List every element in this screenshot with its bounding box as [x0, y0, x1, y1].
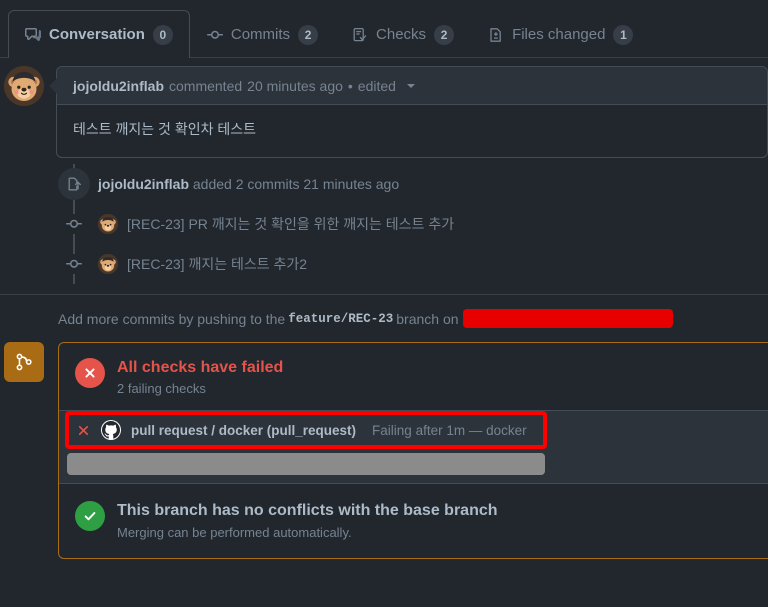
pull-request-page: Conversation 0 Commits 2 Checks 2 Files … — [0, 0, 768, 607]
branch-name[interactable]: feature/REC-23 — [285, 312, 396, 326]
checks-status-title: All checks have failed — [117, 359, 284, 376]
merge-status-box: All checks have failed 2 failing checks — [58, 342, 768, 559]
comment-timestamp[interactable]: 20 minutes ago — [247, 78, 343, 94]
git-commit-dot-icon — [64, 214, 84, 234]
check-run-name[interactable]: pull request / docker (pull_request) — [131, 423, 356, 438]
git-commit-icon — [206, 27, 223, 43]
comment-thread: jojoldu2inflab commented 20 minutes ago … — [0, 58, 768, 158]
commit-timeline: jojoldu2inflab added 2 commits 21 minute… — [0, 164, 768, 284]
tab-commits-count: 2 — [298, 24, 319, 45]
tab-list: Conversation 0 Commits 2 Checks 2 Files … — [8, 0, 768, 59]
conflict-status-title: This branch has no conflicts with the ba… — [117, 502, 498, 520]
merge-conflict-status: This branch has no conflicts with the ba… — [59, 484, 768, 557]
failure-x-icon — [75, 358, 105, 388]
tab-files-changed-count: 1 — [613, 24, 634, 45]
git-merge-icon — [4, 342, 44, 382]
tab-files-changed-label: Files changed — [512, 26, 606, 43]
comment-action: commented — [169, 77, 243, 94]
chevron-down-icon[interactable] — [406, 83, 415, 88]
push-hint-prefix: Add more commits by pushing to the — [58, 310, 286, 327]
git-commit-dot-icon — [64, 254, 84, 274]
commit-message[interactable]: [REC-23] PR 깨지는 것 확인을 위한 깨지는 테스트 추가 — [127, 214, 454, 234]
checks-status-header: All checks have failed 2 failing checks — [59, 343, 768, 410]
pull-request-tabnav: Conversation 0 Commits 2 Checks 2 Files … — [0, 0, 768, 59]
tab-checks-label: Checks — [376, 26, 427, 43]
timeline-push-event: jojoldu2inflab added 2 commits 21 minute… — [0, 164, 768, 204]
comment-separator: • — [347, 77, 353, 94]
tab-commits[interactable]: Commits 2 — [190, 10, 335, 58]
comment-author[interactable]: jojoldu2inflab — [73, 78, 164, 94]
comment-header: jojoldu2inflab commented 20 minutes ago … — [57, 67, 767, 105]
add-more-commits-hint: Add more commits by pushing to the featu… — [0, 295, 768, 342]
timeline-commit-row: [REC-23] PR 깨지는 것 확인을 위한 깨지는 테스트 추가 — [0, 204, 768, 244]
comment-edited-label[interactable]: edited — [358, 78, 396, 94]
discussion-timeline: jojoldu2inflab commented 20 minutes ago … — [0, 58, 768, 559]
check-run-row: pull request / docker (pull_request) Fai… — [59, 411, 768, 449]
checklist-icon — [352, 27, 368, 43]
comment-body: 테스트 깨지는 것 확인차 테스트 — [73, 121, 256, 137]
merge-status-section: All checks have failed 2 failing checks — [4, 342, 768, 559]
commit-message[interactable]: [REC-23] 깨지는 테스트 추가2 — [127, 254, 307, 274]
check-run-row-wrapper: pull request / docker (pull_request) Fai… — [59, 411, 768, 450]
timeline-commit-row: [REC-23] 깨지는 테스트 추가2 — [0, 244, 768, 284]
file-diff-icon — [488, 27, 504, 43]
push-event-author[interactable]: jojoldu2inflab — [98, 176, 189, 192]
tab-checks[interactable]: Checks 2 — [335, 10, 471, 58]
tab-files-changed[interactable]: Files changed 1 — [471, 10, 650, 58]
conflict-status-subtitle: Merging can be performed automatically. — [117, 524, 352, 540]
tab-conversation-count: 0 — [152, 24, 173, 45]
tab-conversation[interactable]: Conversation 0 — [8, 10, 190, 59]
redacted-repo-name — [462, 309, 673, 328]
tab-checks-count: 2 — [434, 24, 455, 45]
commit-author-avatar[interactable] — [98, 214, 118, 234]
tab-conversation-label: Conversation — [49, 26, 145, 43]
tab-commits-label: Commits — [230, 26, 291, 43]
comment-box: jojoldu2inflab commented 20 minutes ago … — [56, 66, 768, 158]
avatar[interactable] — [4, 66, 44, 106]
redacted-check-row — [67, 453, 545, 476]
commit-author-avatar[interactable] — [98, 254, 118, 274]
repo-push-icon — [58, 168, 90, 200]
comment-discussion-icon — [25, 27, 41, 43]
success-check-icon — [75, 501, 105, 532]
push-hint-suffix: branch on — [396, 310, 459, 327]
check-run-description: Failing after 1m — docker — [372, 422, 527, 438]
checks-status-subtitle: 2 failing checks — [117, 381, 206, 397]
redacted-check-row-wrapper — [59, 449, 768, 484]
check-failure-x-icon — [75, 424, 91, 437]
push-event-text: added 2 commits 21 minutes ago — [192, 176, 400, 192]
github-actions-icon — [101, 420, 121, 441]
